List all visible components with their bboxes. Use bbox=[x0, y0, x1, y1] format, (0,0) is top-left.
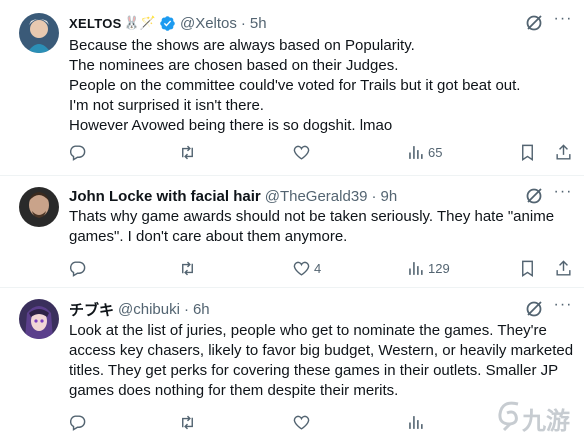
reply-button[interactable] bbox=[68, 256, 87, 280]
repost-button[interactable] bbox=[178, 140, 197, 164]
user-handle[interactable]: @TheGerald39 bbox=[265, 188, 368, 205]
view-count: 129 bbox=[428, 260, 450, 276]
verified-badge-icon bbox=[159, 15, 176, 32]
reply-icon bbox=[69, 144, 86, 161]
avatar[interactable] bbox=[19, 299, 59, 339]
view-count: 65 bbox=[428, 144, 443, 160]
tweet-text: Look at the list of juries, people who g… bbox=[69, 321, 574, 401]
heart-icon bbox=[293, 415, 310, 430]
watermark-swirl-icon bbox=[498, 401, 519, 432]
tweet-line: titles. They get perks for covering thes… bbox=[69, 362, 559, 379]
display-name[interactable]: XELTOS bbox=[69, 16, 122, 31]
tweet-header: XELTOS 🐰🪄 @Xeltos · 5h bbox=[69, 13, 267, 33]
like-button[interactable] bbox=[292, 140, 314, 164]
separator-dot: · bbox=[240, 14, 246, 32]
reply-button[interactable] bbox=[68, 410, 87, 434]
like-count: 4 bbox=[314, 260, 322, 276]
watermark-text: 九游 bbox=[522, 407, 570, 435]
repost-icon bbox=[182, 415, 193, 429]
tweet-line: access key chasers, likely to favor big … bbox=[69, 342, 574, 359]
views-icon bbox=[409, 415, 423, 429]
tweet-actions bbox=[60, 410, 560, 434]
bookmark-button[interactable] bbox=[518, 140, 537, 164]
share-button[interactable] bbox=[554, 140, 573, 164]
separator-dot: · bbox=[371, 187, 377, 205]
views-icon bbox=[409, 145, 423, 159]
views-button[interactable] bbox=[406, 410, 428, 434]
bookmark-button[interactable] bbox=[518, 256, 537, 280]
repost-icon bbox=[182, 261, 193, 275]
heart-icon bbox=[293, 261, 310, 276]
tweet-actions: 65 bbox=[60, 140, 571, 164]
tweet-line: The nominees are chosen based on their J… bbox=[69, 57, 399, 74]
name-emojis: 🐰🪄 bbox=[123, 15, 156, 30]
user-handle[interactable]: @chibuki bbox=[118, 301, 180, 318]
tweet-xeltos[interactable]: XELTOS 🐰🪄 @Xeltos · 5h ··· Because the s… bbox=[0, 0, 584, 176]
views-icon bbox=[409, 261, 423, 275]
more-options-icon[interactable]: ··· bbox=[552, 184, 574, 206]
tweet-line: People on the committee could've voted f… bbox=[69, 77, 521, 94]
tweet-header: John Locke with facial hair @TheGerald39… bbox=[69, 186, 397, 206]
tweet-line: Because the shows are always based on Po… bbox=[69, 37, 415, 54]
reply-icon bbox=[69, 414, 86, 431]
timestamp[interactable]: 9h bbox=[381, 188, 398, 205]
reply-button[interactable] bbox=[68, 140, 87, 164]
tweet-line: I'm not surprised it isn't there. bbox=[69, 97, 264, 114]
heart-icon bbox=[293, 145, 310, 160]
grok-icon[interactable] bbox=[524, 299, 544, 319]
tweet-text: Thats why game awards should not be take… bbox=[69, 207, 569, 247]
share-icon bbox=[556, 143, 571, 160]
tweet-line: Look at the list of juries, people who g… bbox=[69, 322, 547, 339]
like-button[interactable]: 4 bbox=[292, 256, 321, 280]
share-button[interactable] bbox=[554, 256, 573, 280]
tweet-line: games". I don't care about them anymore. bbox=[69, 228, 348, 245]
user-handle[interactable]: @Xeltos bbox=[180, 15, 237, 32]
timestamp[interactable]: 5h bbox=[250, 15, 267, 32]
reply-icon bbox=[69, 260, 86, 277]
display-name[interactable]: チブキ bbox=[69, 299, 114, 320]
tweet-text: Because the shows are always based on Po… bbox=[69, 36, 569, 136]
more-options-icon[interactable]: ··· bbox=[552, 11, 574, 33]
tweet-thegerald39[interactable]: John Locke with facial hair @TheGerald39… bbox=[0, 176, 584, 288]
repost-icon bbox=[182, 145, 193, 159]
views-button[interactable]: 65 bbox=[406, 140, 442, 164]
grok-icon[interactable] bbox=[524, 186, 544, 206]
like-button[interactable] bbox=[292, 410, 314, 434]
separator-dot: · bbox=[183, 300, 189, 318]
timestamp[interactable]: 6h bbox=[193, 301, 210, 318]
avatar[interactable] bbox=[19, 187, 59, 227]
bookmark-icon bbox=[522, 144, 533, 161]
bookmark-icon bbox=[522, 260, 533, 277]
tweet-header: チブキ @chibuki · 6h bbox=[69, 299, 210, 319]
avatar[interactable] bbox=[19, 13, 59, 53]
tweet-line: However Avowed being there is so dogshit… bbox=[69, 117, 393, 134]
views-button[interactable]: 129 bbox=[406, 256, 450, 280]
watermark-logo: 九游 bbox=[494, 398, 580, 435]
more-options-icon[interactable]: ··· bbox=[552, 297, 574, 319]
grok-icon[interactable] bbox=[524, 13, 544, 33]
share-icon bbox=[556, 259, 571, 276]
repost-button[interactable] bbox=[178, 256, 197, 280]
tweet-actions: 4 129 bbox=[60, 256, 571, 280]
display-name[interactable]: John Locke with facial hair bbox=[69, 188, 261, 205]
tweet-line: Thats why game awards should not be take… bbox=[69, 208, 555, 225]
repost-button[interactable] bbox=[178, 410, 197, 434]
